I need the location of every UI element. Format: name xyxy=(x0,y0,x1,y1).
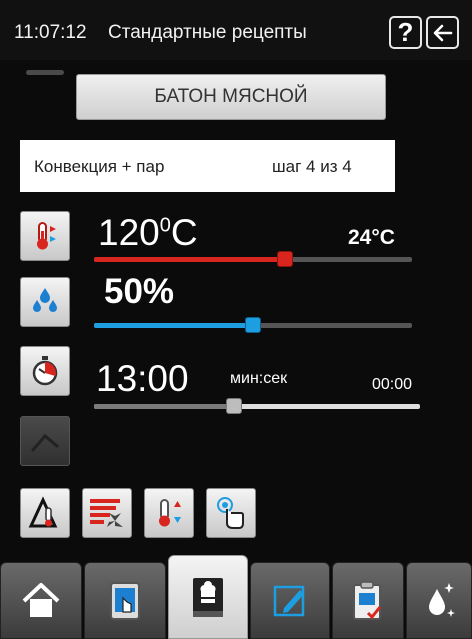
recipe-name-button[interactable]: БАТОН МЯСНОЙ xyxy=(76,74,386,120)
divider xyxy=(26,70,64,75)
fan-heat-button[interactable] xyxy=(82,488,132,538)
manual-mode-icon xyxy=(110,581,140,620)
temperature-value: 120 xyxy=(98,212,160,253)
programs-icon xyxy=(353,580,382,620)
tab-home[interactable] xyxy=(0,562,82,639)
delta-temperature-icon xyxy=(28,496,58,528)
timer-button[interactable] xyxy=(20,346,70,396)
time-slider-fill xyxy=(94,404,234,409)
humidity-slider[interactable] xyxy=(94,317,412,333)
time-slider-thumb[interactable] xyxy=(226,398,242,414)
clock: 11:07:12 xyxy=(14,22,87,43)
temperature-unit: C xyxy=(170,212,198,253)
temperature-setpoint[interactable]: 1200C xyxy=(98,212,198,254)
current-temperature: 24°C xyxy=(348,226,395,249)
page-title: Стандартные рецепты xyxy=(108,22,307,43)
tab-cleaning[interactable] xyxy=(406,562,472,639)
humidity-button[interactable] xyxy=(20,277,70,327)
temperature-button[interactable] xyxy=(20,211,70,261)
touch-clean-icon xyxy=(217,497,244,529)
temperature-slider[interactable] xyxy=(94,251,412,267)
fan-heat-icon xyxy=(90,499,123,527)
step-indicator: шаг 4 из 4 xyxy=(272,157,352,176)
temperature-slider-thumb[interactable] xyxy=(277,251,293,267)
back-arrow-icon xyxy=(433,24,452,41)
temperature-adjust-icon xyxy=(159,499,181,527)
humidity-setpoint[interactable]: 50% xyxy=(104,272,174,312)
humidity-slider-fill xyxy=(94,323,253,328)
home-icon xyxy=(22,582,60,617)
back-button[interactable] xyxy=(426,16,459,49)
core-probe-button[interactable] xyxy=(20,416,70,466)
temperature-slider-fill xyxy=(94,257,285,262)
elapsed-time: 00:00 xyxy=(372,376,413,393)
time-unit-label: мин:сек xyxy=(230,370,288,387)
water-drops-icon xyxy=(33,288,57,312)
tab-manual-mode[interactable] xyxy=(84,562,166,639)
core-probe-icon xyxy=(31,433,59,452)
tab-edit[interactable] xyxy=(250,562,330,639)
time-slider[interactable] xyxy=(94,398,420,414)
cleaning-icon xyxy=(429,582,455,617)
humidity-slider-thumb[interactable] xyxy=(245,317,261,333)
help-button[interactable]: ? xyxy=(389,16,422,49)
recipe-book-icon xyxy=(193,578,223,617)
degree-mark: 0 xyxy=(159,214,171,237)
edit-icon xyxy=(273,585,305,616)
time-setpoint[interactable]: 13:00 xyxy=(96,358,189,400)
tab-recipes[interactable] xyxy=(168,555,248,639)
cooking-mode-label: Конвекция + пар xyxy=(34,157,165,176)
tab-programs[interactable] xyxy=(332,562,404,639)
mode-panel: Конвекция + пар шаг 4 из 4 xyxy=(20,140,395,192)
stopwatch-icon xyxy=(32,356,58,386)
thermometer-icon xyxy=(37,222,56,250)
temperature-adjust-button[interactable] xyxy=(144,488,194,538)
delta-t-button[interactable] xyxy=(20,488,70,538)
touch-clean-button[interactable] xyxy=(206,488,256,538)
